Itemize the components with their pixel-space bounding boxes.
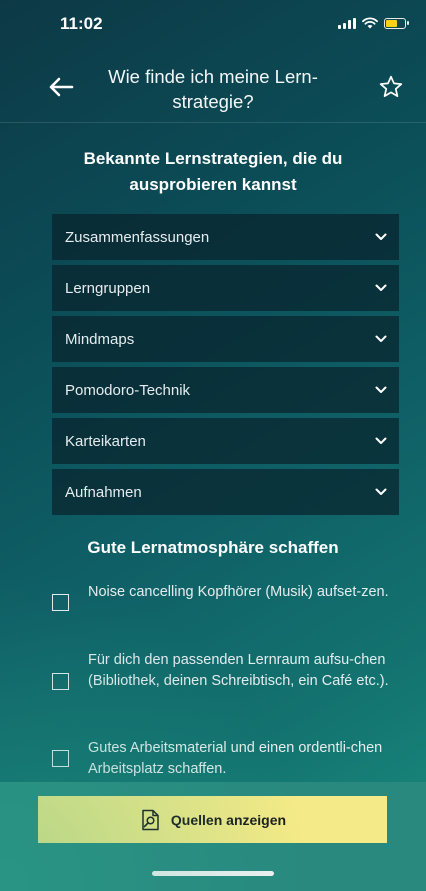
wifi-icon bbox=[362, 17, 378, 29]
checkbox[interactable] bbox=[52, 673, 69, 690]
accordion-item-mindmaps[interactable]: Mindmaps bbox=[52, 316, 399, 362]
accordion-item-lerngruppen[interactable]: Lerngruppen bbox=[52, 265, 399, 311]
chevron-down-icon bbox=[375, 284, 387, 291]
app-screen: 11:02 Wie finde ich meine Lern-strategie… bbox=[0, 0, 426, 891]
chevron-down-icon bbox=[375, 335, 387, 342]
checklist-item-text: Gutes Arbeitsmaterial und einen ordentli… bbox=[88, 740, 383, 777]
accordion-item-karteikarten[interactable]: Karteikarten bbox=[52, 418, 399, 464]
cellular-signal-icon bbox=[338, 17, 356, 29]
battery-icon bbox=[384, 17, 409, 29]
accordion-item-zusammenfassungen[interactable]: Zusammenfassungen bbox=[52, 214, 399, 260]
battery-level bbox=[386, 19, 397, 27]
arrow-left-icon[interactable] bbox=[48, 76, 74, 98]
atmosphere-checklist: Noise cancelling Kopfhörer (Musik) aufse… bbox=[50, 582, 400, 788]
chevron-down-icon bbox=[375, 233, 387, 240]
accordion-item-label: Karteikarten bbox=[65, 432, 146, 450]
strategies-accordion: Zusammenfassungen Lerngruppen Mindmaps P… bbox=[52, 214, 399, 520]
checklist-item[interactable]: Für dich den passenden Lernraum aufsu-ch… bbox=[50, 650, 400, 738]
show-sources-button[interactable]: Quellen anzeigen bbox=[38, 796, 387, 843]
atmosphere-heading: Gute Lernatmosphäre schaffen bbox=[87, 538, 339, 557]
status-time: 11:02 bbox=[60, 14, 103, 33]
accordion-item-label: Aufnahmen bbox=[65, 483, 142, 501]
page-title: Wie finde ich meine Lern-strategie? bbox=[108, 66, 318, 112]
accordion-item-label: Zusammenfassungen bbox=[65, 228, 210, 246]
accordion-item-label: Mindmaps bbox=[65, 330, 135, 348]
accordion-item-pomodoro-technik[interactable]: Pomodoro-Technik bbox=[52, 367, 399, 413]
status-icons bbox=[338, 17, 409, 29]
document-search-icon bbox=[142, 809, 159, 830]
checklist-item[interactable]: Gutes Arbeitsmaterial und einen ordentli… bbox=[50, 738, 400, 788]
star-outline-icon[interactable] bbox=[378, 74, 404, 100]
checkbox[interactable] bbox=[52, 750, 69, 767]
checklist-item-text: Für dich den passenden Lernraum aufsu-ch… bbox=[88, 652, 389, 689]
accordion-item-aufnahmen[interactable]: Aufnahmen bbox=[52, 469, 399, 515]
strategies-heading: Bekannte Lernstrategien, die du ausprobi… bbox=[83, 149, 343, 194]
show-sources-label: Quellen anzeigen bbox=[170, 811, 287, 828]
chevron-down-icon bbox=[375, 437, 387, 444]
checkbox[interactable] bbox=[52, 594, 69, 611]
status-bar: 11:02 bbox=[0, 0, 426, 46]
chevron-down-icon bbox=[375, 488, 387, 495]
checklist-item-text: Noise cancelling Kopfhörer (Musik) aufse… bbox=[88, 584, 389, 600]
accordion-item-label: Pomodoro-Technik bbox=[65, 381, 191, 399]
checklist-item[interactable]: Noise cancelling Kopfhörer (Musik) aufse… bbox=[50, 582, 400, 650]
home-indicator[interactable] bbox=[152, 871, 274, 876]
accordion-item-label: Lerngruppen bbox=[65, 279, 151, 297]
nav-header: Wie finde ich meine Lern-strategie? bbox=[0, 52, 426, 123]
chevron-down-icon bbox=[375, 386, 387, 393]
